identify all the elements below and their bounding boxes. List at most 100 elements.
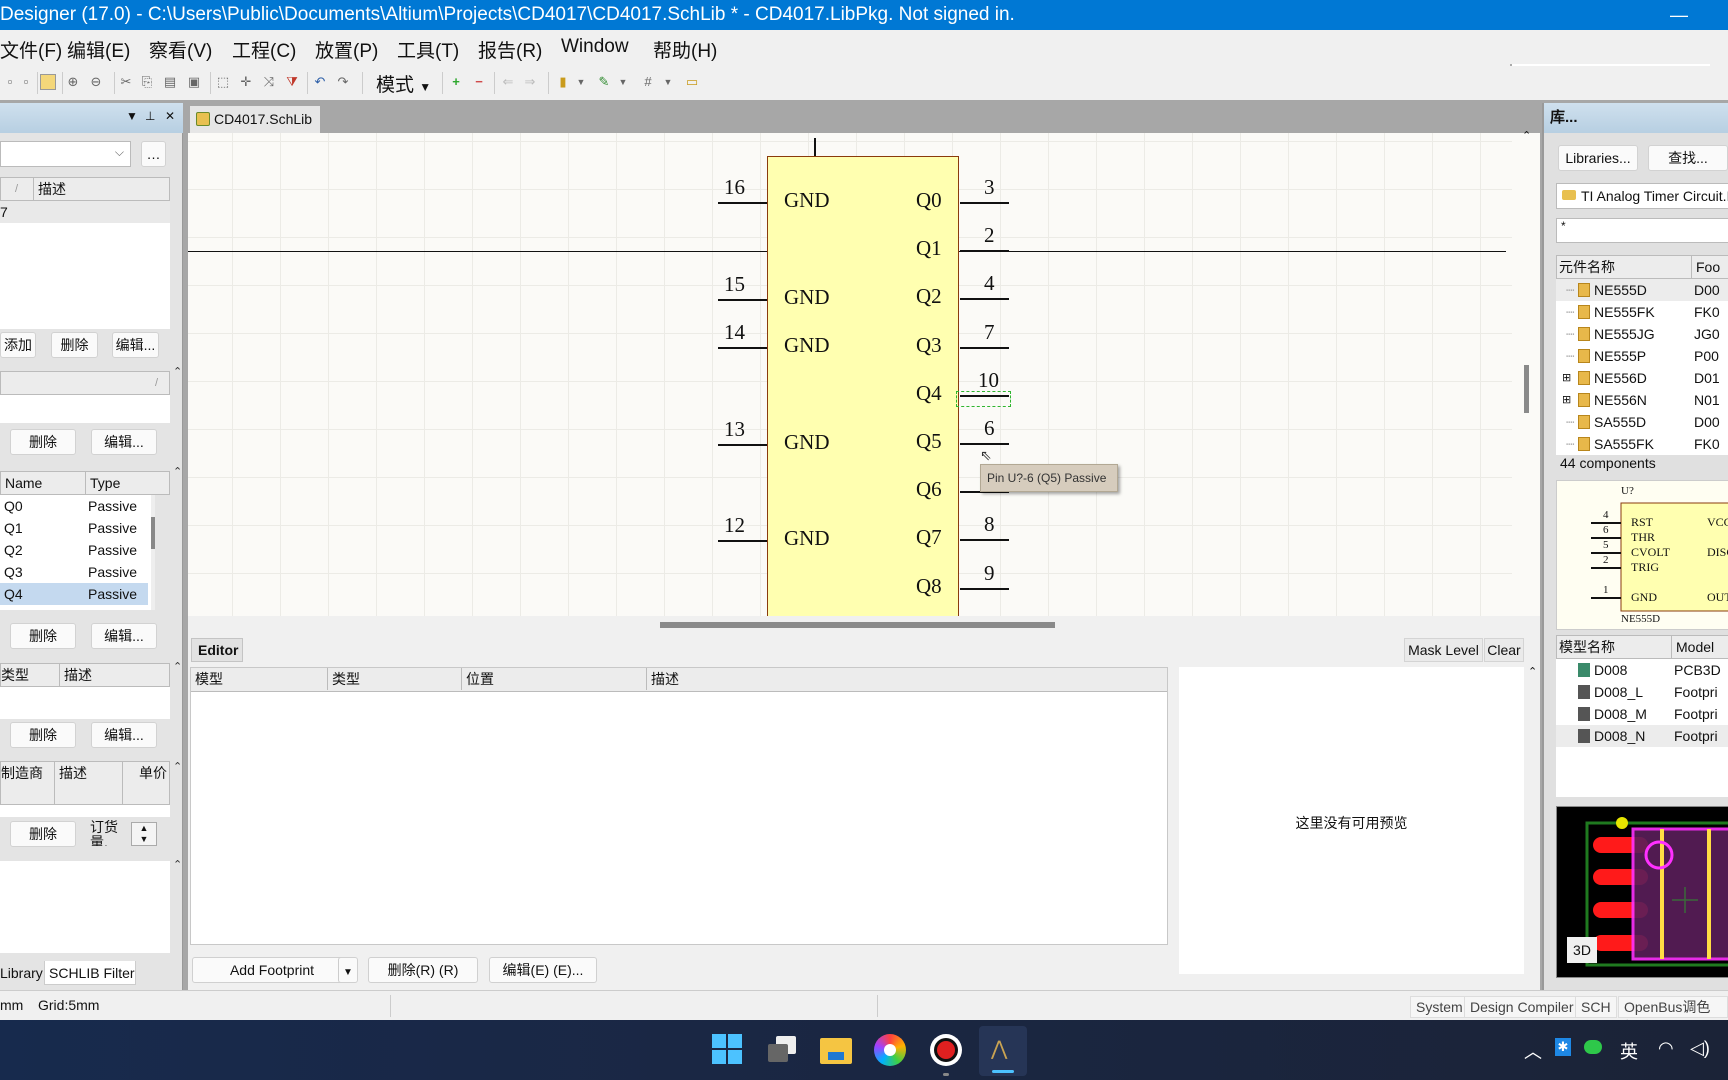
zoom-out-icon[interactable]: ⊖ [88,74,104,90]
col-description[interactable]: 描述 [54,762,87,804]
collapse-icon[interactable]: ⌃ [173,465,182,478]
canvas-horizontal-scrollbar[interactable] [188,616,1540,635]
menu-edit[interactable]: 编辑(E) [67,36,130,63]
minimize-button[interactable]: — [1670,0,1688,30]
menu-help[interactable]: 帮助(H) [653,36,717,63]
panel-tab-system[interactable]: System [1410,996,1469,1018]
col-name[interactable]: Name [5,472,42,494]
edit-model-button[interactable]: 编辑... [91,722,157,748]
library-component-row[interactable]: ┈ NE555D D00 [1556,279,1728,301]
pin-row[interactable]: Q1 Passive [0,517,155,539]
panel-tab-openbus[interactable]: OpenBus调色板 [1618,996,1728,1035]
col-manufacturer[interactable]: 制造商 [1,762,43,784]
pin-row-selected[interactable]: Q4 Passive [0,583,148,605]
menu-project[interactable]: 工程(C) [232,36,296,63]
canvas-vertical-scrollbar[interactable]: ⌃ [1512,130,1540,616]
col-component-name[interactable]: 元件名称 [1559,256,1615,278]
next-part-icon[interactable]: ⇒ [522,74,538,90]
move-icon[interactable]: ✛ [238,74,254,90]
remove-part-icon[interactable]: − [471,74,487,90]
delete-alias-button[interactable]: 删除 [10,429,76,455]
add-component-button[interactable]: 添加 [0,332,36,358]
pin-row[interactable]: Q2 Passive [0,539,155,561]
col-model[interactable]: 模型 [195,668,223,690]
model-row[interactable]: D008_M Footpri [1556,703,1728,725]
right-pin[interactable] [960,346,1009,349]
col-type[interactable]: 类型 [1,664,29,686]
tray-app-icon[interactable]: ✱ [1555,1038,1571,1056]
collapse-icon[interactable]: ⌃ [1528,665,1537,678]
library-component-row[interactable]: ┈ NE555P P00 [1556,345,1728,367]
col-footprint[interactable]: Foo [1691,256,1720,278]
drawing-tools-icon[interactable]: ✎ [596,74,612,90]
tray-overflow-icon[interactable]: ︿ [1524,1038,1542,1064]
pin-row[interactable]: Q0 Passive [0,495,155,517]
col-unit-price[interactable]: 单价 [122,762,167,804]
print-preview-icon[interactable]: ▫ [18,74,34,90]
left-pin[interactable] [718,347,767,349]
library-filter-combo[interactable]: ⌵ [0,141,131,167]
delete-component-button[interactable]: 删除 [51,332,98,358]
browser-icon[interactable] [874,1034,906,1066]
delete-model-button[interactable]: 删除 [10,722,76,748]
open-document-icon[interactable] [40,74,56,90]
prev-part-icon[interactable]: ⇐ [500,74,516,90]
add-model-dropdown[interactable]: ▼ [338,957,358,983]
model-row[interactable]: D008 PCB3D [1556,659,1728,681]
altium-taskbar-button[interactable]: ⋀ [979,1026,1027,1076]
library-component-row[interactable]: ┈ NE555FK FK0 [1556,301,1728,323]
schematic-canvas[interactable]: 16 GND 15 GND 14 GND 13 GND 12 GND 3 Q0 2 Q1 4 Q2 7 Q3 10 Q… [188,133,1540,616]
model-row[interactable]: D008_L Footpri [1556,681,1728,703]
pin-row[interactable]: Q5 Passive [0,605,155,610]
edit-model-button[interactable]: 编辑(E) (E)... [489,957,597,983]
left-pin[interactable] [718,299,767,301]
col-type[interactable]: Type [85,472,120,494]
mode-dropdown[interactable]: 模式 ▼ [376,70,431,97]
browse-button[interactable]: … [141,141,166,167]
menu-tools[interactable]: 工具(T) [397,36,459,63]
pin-row[interactable]: Q3 Passive [0,561,155,583]
col-description[interactable]: 描述 [33,178,66,200]
chevron-down-icon[interactable]: ▼ [615,74,631,90]
menu-file[interactable]: 文件(F) [0,36,62,63]
col-description[interactable]: 描述 [59,664,92,686]
right-pin[interactable] [960,298,1009,301]
order-quantity-spinner[interactable]: ▲ ▼ [131,822,157,846]
col-type[interactable]: 类型 [327,668,360,690]
footprint-preview[interactable]: 3D [1556,806,1728,978]
view-3d-button[interactable]: 3D [1567,937,1597,963]
right-pin[interactable] [960,443,1009,445]
undo-icon[interactable]: ↶ [312,74,328,90]
paste-icon[interactable]: ▤ [162,74,178,90]
add-footprint-button[interactable]: Add Footprint [192,957,352,983]
expand-icon[interactable]: ⊞ [1562,389,1571,411]
menu-reports[interactable]: 报告(R) [478,36,542,63]
library-selector[interactable]: TI Analog Timer Circuit.In [1556,183,1728,209]
chevron-down-icon[interactable]: ▼ [573,74,589,90]
right-pin[interactable] [960,202,1009,204]
mask-level-button[interactable]: Mask Level [1404,638,1483,662]
file-explorer-icon[interactable] [820,1034,852,1066]
component-filter-input[interactable]: * [1556,218,1728,243]
edit-pin-button[interactable]: 编辑... [91,623,157,649]
delete-model-button[interactable]: 删除(R) (R) [368,957,478,983]
close-icon[interactable]: ✕ [165,109,175,123]
model-row[interactable]: D008_N Footpri [1556,725,1728,747]
libraries-button[interactable]: Libraries... [1558,145,1638,171]
tab-schlib-filter[interactable]: SCHLIB Filter [44,961,136,985]
select-area-icon[interactable]: ⬚ [215,74,231,90]
right-pin[interactable] [960,587,1009,590]
library-component-row[interactable]: ⊞ NE556D D01 [1556,367,1728,389]
folder-icon[interactable]: ▭ [684,74,700,90]
col-description[interactable]: 描述 [646,668,679,690]
menu-place[interactable]: 放置(P) [315,36,378,63]
left-pin[interactable] [718,202,767,204]
collapse-icon[interactable]: ⌃ [173,858,182,871]
start-icon[interactable] [712,1034,744,1066]
panel-tab-sch[interactable]: SCH [1575,996,1617,1018]
edit-component-button[interactable]: 编辑... [112,332,159,358]
right-pin[interactable] [960,250,1009,253]
copy-icon[interactable]: ⎘ [139,74,155,90]
library-component-row[interactable]: ⊞ NE556N N01 [1556,389,1728,411]
edit-alias-button[interactable]: 编辑... [91,429,157,455]
